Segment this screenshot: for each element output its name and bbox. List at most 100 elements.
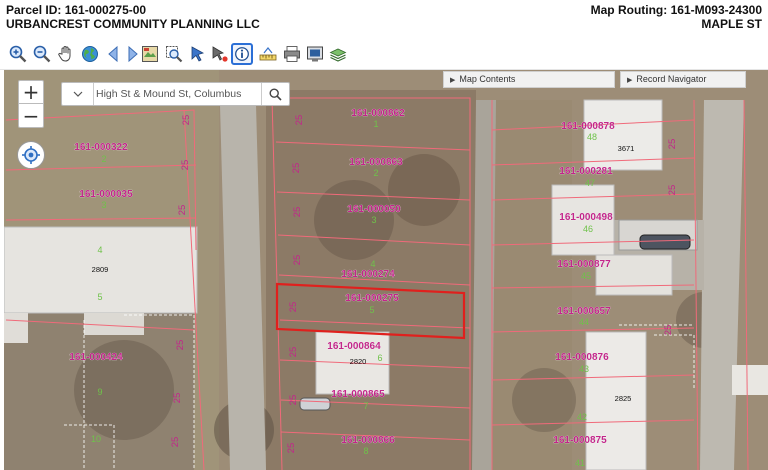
lot-number: 43 [579,364,589,374]
house-number: 2820 [350,357,367,366]
parcel-label: 161-000864 [327,341,381,352]
layers-tool[interactable] [327,43,349,65]
parcel-label: 161-000498 [559,212,613,223]
full-globe-tool[interactable] [79,43,101,65]
lot-depth: 25 [291,163,302,174]
zoom-rectangle-icon [166,46,183,63]
parcel-labels: 161-000862 161-000863 161-000050 161-000… [69,108,678,468]
select-tool[interactable] [187,43,209,65]
map-routing: Map Routing: 161-M093-24300 [590,3,762,17]
lot-depth: 25 [288,395,299,406]
lot-depth: 25 [286,443,297,454]
lot-number: 2 [101,154,106,164]
parcel-label: 161-000035 [79,189,133,200]
measure-tool[interactable] [257,43,279,65]
lot-depth: 25 [180,160,191,171]
map-contents-toggle[interactable]: ▶ Map Contents [443,71,615,88]
zoom-control: + − [18,80,44,128]
parcel-header: Parcel ID: 161-000275-00 URBANCREST COMM… [0,0,768,34]
zoom-out-tool[interactable] [31,43,53,65]
lot-depth: 25 [663,325,674,336]
lot-depth: 25 [288,302,299,313]
parcel-label: 161-000424 [69,352,123,363]
locate-button[interactable] [17,141,45,169]
address-search [61,82,290,106]
parcel-label: 161-000281 [559,166,613,177]
parcel-label: 161-000863 [349,157,403,168]
lot-number: 42 [577,412,587,422]
parcel-label: 161-000322 [74,142,128,153]
lot-depth: 25 [667,185,678,196]
lot-number: 41 [575,458,585,468]
full-extent-icon [142,46,158,62]
lot-number: 8 [363,446,368,456]
parcel-label: 161-000875 [553,435,607,446]
lot-number: 4 [370,259,375,269]
locate-crosshair-icon [22,146,40,164]
expand-arrow-icon: ▶ [450,77,456,84]
lot-depth: 25 [292,207,303,218]
lot-number: 46 [583,224,593,234]
lot-number: 5 [369,305,374,315]
export-tool[interactable] [304,43,326,65]
identify-tool[interactable] [231,43,253,65]
map-toolbar [0,40,768,70]
lot-depth: 25 [172,393,183,404]
export-icon [307,46,323,62]
house-number: 3671 [618,144,635,153]
lot-number: 10 [91,434,101,444]
zoom-out-button[interactable]: − [19,104,43,128]
zoom-rectangle-tool[interactable] [163,43,185,65]
parcel-label: 161-000877 [557,259,611,270]
map-canvas[interactable]: 161-000862 161-000863 161-000050 161-000… [4,70,768,470]
identify-info-icon [235,47,249,61]
full-extent-tool[interactable] [139,43,161,65]
parcel-label: 161-000274 [341,269,395,280]
zoom-out-icon [33,45,51,63]
lot-depth: 25 [288,347,299,358]
zoom-in-icon [9,45,27,63]
record-navigator-toggle[interactable]: ▶ Record Navigator [620,71,746,88]
parcel-label-selected: 161-000275 [345,293,399,304]
print-tool[interactable] [281,43,303,65]
lot-number: 44 [579,317,589,327]
search-button[interactable] [261,83,289,105]
parcel-label: 161-000878 [561,121,615,132]
parcel-label: 161-000657 [557,306,611,317]
expand-arrow-icon: ▶ [627,77,633,84]
chevron-down-icon [73,91,82,97]
record-navigator-label: Record Navigator [636,74,707,84]
lot-number: 4 [97,245,102,255]
measure-icon [259,47,277,61]
lot-depth: 25 [170,437,181,448]
lot-number: 2 [373,168,378,178]
search-source-dropdown[interactable] [62,83,94,105]
lot-number: 3 [371,215,376,225]
search-icon [269,87,282,101]
owner-name: URBANCREST COMMUNITY PLANNING LLC [6,17,260,31]
zoom-in-button[interactable]: + [19,80,43,104]
lot-number: 9 [97,387,102,397]
map-contents-label: Map Contents [459,74,516,84]
parcel-label: 161-000865 [331,389,385,400]
zoom-in-tool[interactable] [7,43,29,65]
select-arrow-icon [191,46,205,62]
select-point-tool[interactable] [209,43,231,65]
lot-depth: 25 [667,139,678,150]
layers-icon [329,48,347,62]
parcel-label: 161-000050 [347,204,401,215]
house-number: 2809 [92,265,109,274]
search-input[interactable] [96,85,258,103]
lot-number: 1 [373,119,378,129]
lot-number: 6 [377,353,382,363]
pan-hand-icon [58,46,71,62]
lot-number: 47 [585,178,595,188]
parcel-label: 161-000862 [351,108,405,119]
lot-number: 7 [363,401,368,411]
lot-number: 5 [97,292,102,302]
pan-tool[interactable] [55,43,77,65]
print-icon [284,46,300,62]
lot-depth: 25 [181,115,192,126]
street-name: MAPLE ST [701,17,762,31]
house-number: 2825 [615,394,632,403]
